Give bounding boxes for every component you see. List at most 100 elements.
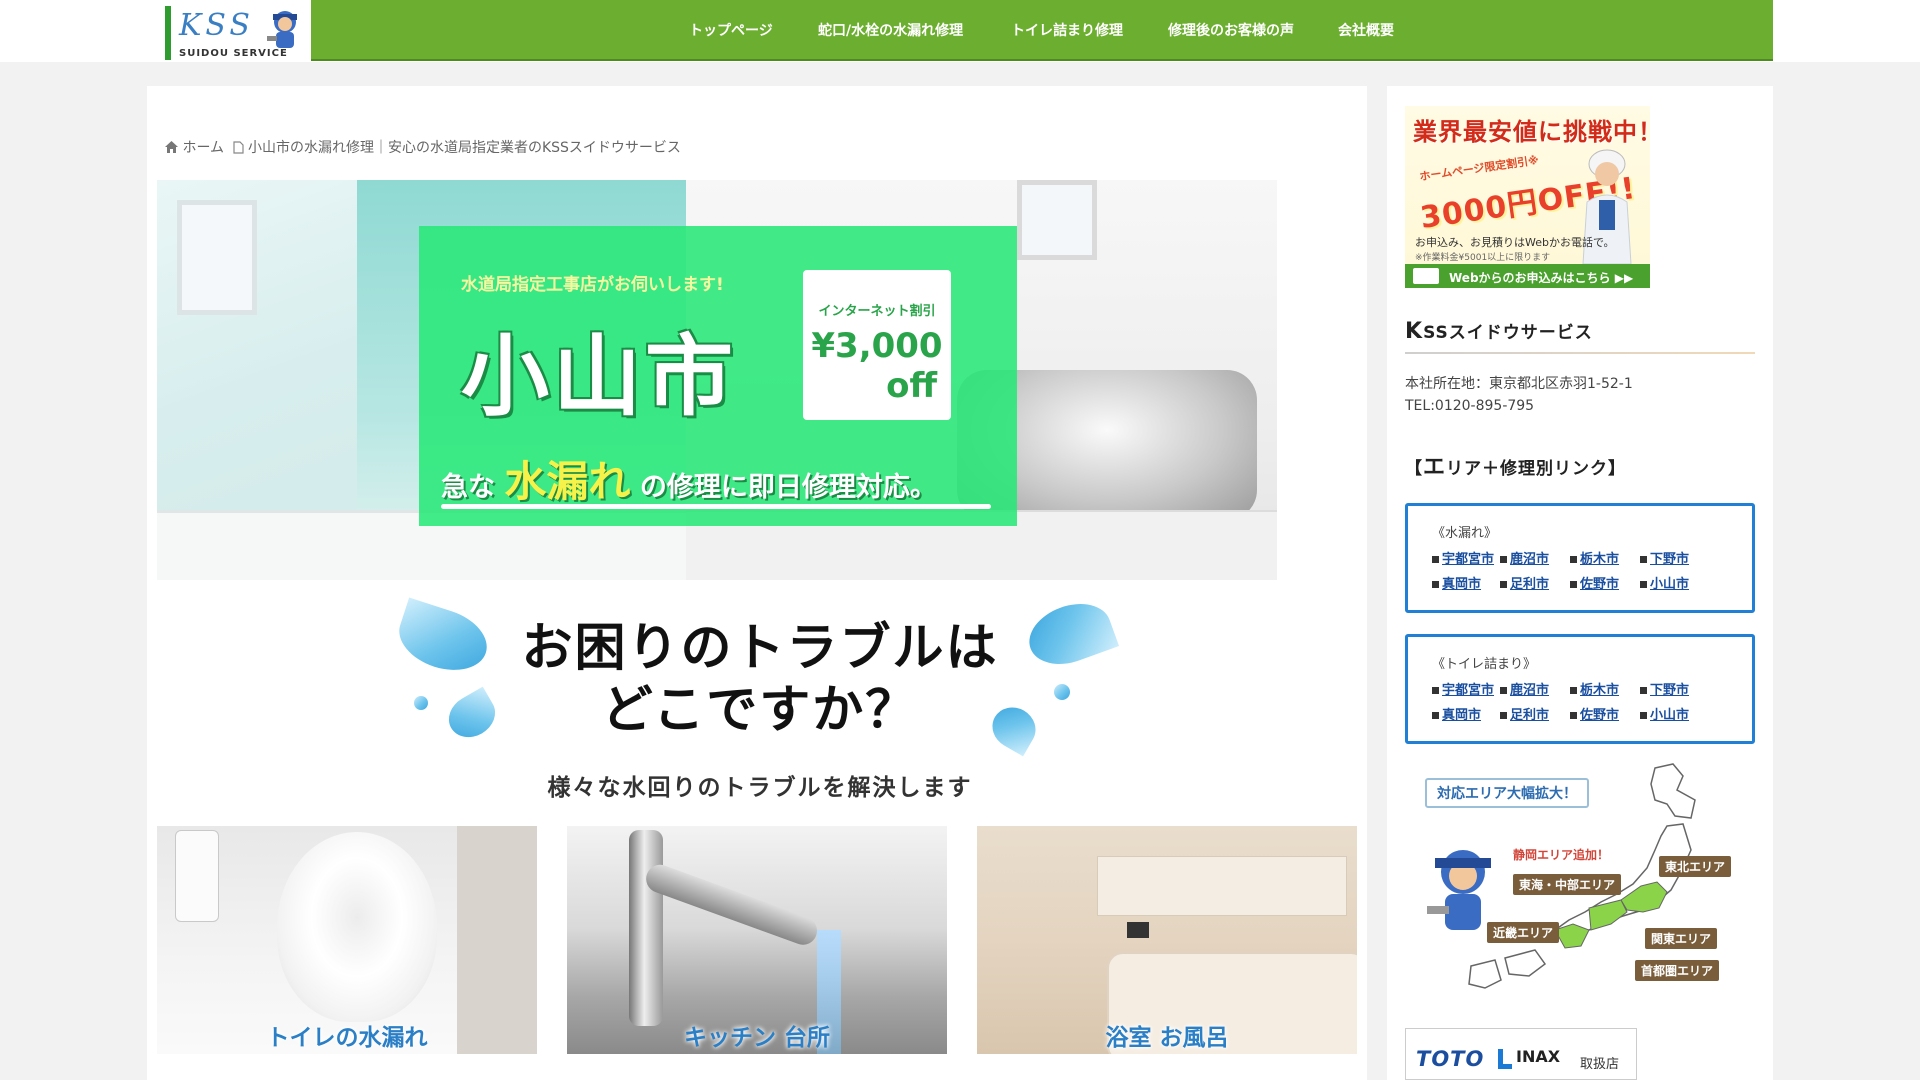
map-callout: 対応エリア大幅拡大！ xyxy=(1425,778,1589,808)
card-kitchen[interactable]: キッチン 台所 xyxy=(567,826,947,1054)
discount-label: インターネット割引 xyxy=(818,304,936,319)
water-drop-icon xyxy=(1054,684,1070,700)
breadcrumb-current: 小山市の水漏れ修理｜安心の水道局指定業者のKSSスイドウサービス xyxy=(247,140,681,156)
toilet-link-kanuma[interactable]: 鹿沼市 xyxy=(1510,683,1549,698)
inax-logo: INAX xyxy=(1516,1047,1561,1066)
leak-link-item: 栃木市 xyxy=(1570,548,1619,567)
leak-links-title: 《水漏れ》 xyxy=(1432,526,1498,541)
trouble-title-line1: お困りのトラブルは xyxy=(521,619,999,678)
home-icon xyxy=(165,141,178,153)
trouble-title: お困りのトラブルは どこですか？ xyxy=(490,618,1030,742)
toilet-remote xyxy=(175,830,219,922)
trouble-subtitle: 様々な水回りのトラブルを解決します xyxy=(547,775,973,801)
toto-logo: TOTO xyxy=(1416,1047,1485,1071)
toilet-link-sano[interactable]: 佐野市 xyxy=(1580,708,1619,723)
service-area-map[interactable]: 対応エリア大幅拡大！ 静岡エリア追加！ 東北エリア 東海・中部エリア 近畿エリア… xyxy=(1405,760,1755,990)
map-tag-tohoku: 東北エリア xyxy=(1659,856,1732,877)
leak-link-item: 鹿沼市 xyxy=(1500,548,1549,567)
card-toilet-label: トイレの水漏れ xyxy=(266,1025,428,1051)
toilet-link-item: 下野市 xyxy=(1640,679,1689,698)
nav-voices[interactable]: 修理後のお客様の声 xyxy=(1168,20,1294,40)
company-heading-initial: K xyxy=(1405,319,1424,344)
bath-mirror xyxy=(1097,856,1347,916)
hero-bottom-suffix: の修理に即日修理対応。 xyxy=(639,472,937,503)
logo-bar xyxy=(165,6,171,60)
map-tag-kinki: 近畿エリア xyxy=(1487,922,1560,943)
company-tel: TEL:0120-895-795 xyxy=(1405,398,1535,414)
leak-link-moka[interactable]: 真岡市 xyxy=(1442,577,1481,592)
toilet-link-item: 佐野市 xyxy=(1570,704,1619,723)
hero-city: 小山市 xyxy=(461,325,738,428)
leak-link-kanuma[interactable]: 鹿沼市 xyxy=(1510,552,1549,567)
area-heading: 【エリア＋修理別リンク】 xyxy=(1405,449,1626,481)
water-drop-icon xyxy=(414,696,428,710)
leak-link-shimotsuke[interactable]: 下野市 xyxy=(1650,552,1689,567)
card-toilet[interactable]: トイレの水漏れ xyxy=(157,826,537,1054)
page-icon xyxy=(232,140,244,154)
map-added-area: 静岡エリア追加！ xyxy=(1513,848,1610,862)
leak-link-sano[interactable]: 佐野市 xyxy=(1580,577,1619,592)
banner-note: お申込み、お見積りはWebかお電話で。 xyxy=(1415,236,1615,249)
faucet-body xyxy=(629,830,663,1026)
card-kitchen-label: キッチン 台所 xyxy=(683,1025,830,1051)
area-heading-rest: リア＋修理別リンク】 xyxy=(1446,459,1627,479)
map-tag-kanto: 関東エリア xyxy=(1645,928,1718,949)
hero-bottom-prefix: 急な xyxy=(441,472,495,503)
inax-mark-icon xyxy=(1498,1049,1512,1069)
nav-faucet[interactable]: 蛇口/水栓の水漏れ修理 xyxy=(818,20,963,40)
leak-link-item: 宇都宮市 xyxy=(1432,548,1494,567)
toilet-link-utsunomiya[interactable]: 宇都宮市 xyxy=(1442,683,1494,698)
toilet-links-title: 《トイレ詰まり》 xyxy=(1432,657,1537,672)
map-tag-tokai: 東海・中部エリア xyxy=(1513,874,1622,895)
leak-link-item: 足利市 xyxy=(1500,573,1549,592)
leak-link-oyama[interactable]: 小山市 xyxy=(1650,577,1689,592)
toilet-link-ashikaga[interactable]: 足利市 xyxy=(1510,708,1549,723)
promo-banner[interactable]: 業界最安値に挑戦中！ ホームページ限定割引※ 3000円OFF!! お申込み、お… xyxy=(1405,106,1650,288)
nav-company[interactable]: 会社概要 xyxy=(1338,20,1394,40)
map-tag-shutoken: 首都圏エリア xyxy=(1635,960,1720,981)
breadcrumb-home[interactable]: ホーム xyxy=(182,140,224,156)
leak-link-utsunomiya[interactable]: 宇都宮市 xyxy=(1442,552,1494,567)
hero-top-line: 水道局指定工事店がお伺いします! xyxy=(461,275,724,295)
area-heading-initial: エ xyxy=(1423,455,1447,480)
mail-icon xyxy=(1413,268,1439,284)
toilet-link-item: 栃木市 xyxy=(1570,679,1619,698)
nav-toilet[interactable]: トイレ詰まり修理 xyxy=(1011,20,1123,40)
leak-link-tochigi[interactable]: 栃木市 xyxy=(1580,552,1619,567)
toilet-link-item: 鹿沼市 xyxy=(1500,679,1549,698)
banner-apply-button[interactable]: Webからのお申込みはこちら ▶▶ xyxy=(1405,264,1650,288)
toilet-link-shimotsuke[interactable]: 下野市 xyxy=(1650,683,1689,698)
hero-bottom-line: 急な 水漏れ の修理に即日修理対応。 xyxy=(441,448,937,509)
banner-note-small: ※作業料金¥5001以上に限ります xyxy=(1415,253,1551,263)
leak-link-ashikaga[interactable]: 足利市 xyxy=(1510,577,1549,592)
kitchen-window xyxy=(1017,180,1097,260)
company-heading: KSSスイドウサービス xyxy=(1405,318,1593,344)
nav-top[interactable]: トップページ xyxy=(689,20,773,40)
toilet-link-moka[interactable]: 真岡市 xyxy=(1442,708,1481,723)
toilet-bowl xyxy=(277,832,437,1022)
toilet-link-oyama[interactable]: 小山市 xyxy=(1650,708,1689,723)
bath-control xyxy=(1127,922,1149,938)
maker-shop-label: 取扱店 xyxy=(1580,1057,1620,1072)
discount-off: off xyxy=(886,366,937,406)
card-bath[interactable]: 浴室 お風呂 xyxy=(977,826,1357,1054)
company-heading-rule xyxy=(1405,352,1755,354)
hero-banner: 水道局指定工事店がお伺いします! 小山市 インターネット割引 ¥3,000 of… xyxy=(157,180,1277,580)
mascot-icon xyxy=(267,11,297,48)
banner-button-label: Webからのお申込みはこちら ▶▶ xyxy=(1449,271,1634,285)
hero-bottom-highlight: 水漏れ xyxy=(504,457,631,506)
bathroom-window xyxy=(177,200,257,315)
discount-amount: ¥3,000 xyxy=(811,326,943,366)
toilet-link-item: 宇都宮市 xyxy=(1432,679,1494,698)
toilet-link-tochigi[interactable]: 栃木市 xyxy=(1580,683,1619,698)
breadcrumb: ホーム 小山市の水漏れ修理｜安心の水道局指定業者のKSSスイドウサービス xyxy=(165,137,681,157)
leak-link-item: 小山市 xyxy=(1640,573,1689,592)
toilet-link-item: 真岡市 xyxy=(1432,704,1481,723)
logo-text: KSS xyxy=(179,8,254,43)
maker-banner[interactable]: TOTO INAX 取扱店 xyxy=(1405,1028,1637,1080)
hero-underline xyxy=(441,504,991,509)
card-bath-label: 浴室 お風呂 xyxy=(1105,1025,1229,1051)
toilet-links-box: 《トイレ詰まり》 宇都宮市 鹿沼市 栃木市 下野市 真岡市 足利市 佐野市 小山… xyxy=(1405,634,1755,744)
company-address: 本社所在地：東京都北区赤羽1-52-1 xyxy=(1405,376,1633,392)
site-logo[interactable]: KSS SUIDOU SERVICE xyxy=(163,4,311,60)
